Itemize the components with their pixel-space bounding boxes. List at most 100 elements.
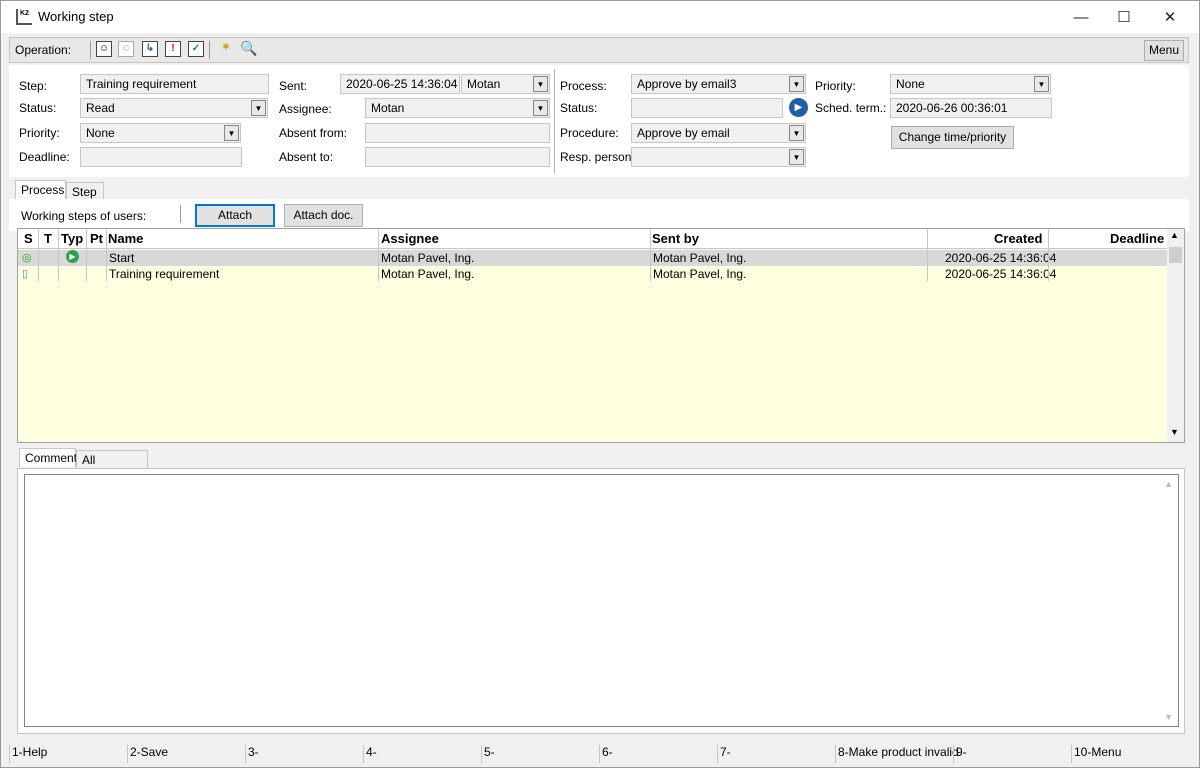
minimize-button[interactable]: — [1058,1,1104,33]
row-sent-by: Motan Pavel, Ing. [653,267,747,281]
scroll-up-icon[interactable]: ▲ [1170,230,1179,240]
attach-product-button[interactable]: Attach product [195,204,275,241]
comment-textarea[interactable]: ▲ ▼ [24,474,1179,727]
toolbar-separator [90,41,91,59]
user-step-icon[interactable]: ☺ [96,41,112,57]
panel-separator [180,205,181,223]
check-icon[interactable]: ✓ [188,41,204,57]
absent-to-label: Absent to: [279,150,334,164]
column-header[interactable]: Pt [90,231,103,246]
new-icon[interactable]: ✶ [218,41,234,57]
grid-scrollbar[interactable]: ▲ ▼ [1167,229,1184,442]
scroll-down-icon[interactable]: ▼ [1164,712,1173,722]
change-time-priority-button[interactable]: Change time/priority [891,126,1014,149]
status-value: Read [86,101,115,115]
chevron-down-icon[interactable]: ▼ [533,100,548,116]
column-header[interactable]: Deadline [1110,231,1164,246]
status-label: Status: [19,101,57,115]
assignee-label: Assignee: [279,102,332,116]
column-header[interactable]: S [24,231,33,246]
procedure-combo[interactable]: Approve by email ▼ [631,123,806,143]
sent-user-value: Motan [467,77,501,91]
column-header[interactable]: Assignee [381,231,439,246]
fkey-8[interactable]: 8-Make product invalid [835,745,959,763]
assignee-value: Motan [371,101,405,115]
close-button[interactable]: ✕ [1147,1,1193,33]
forward-icon[interactable]: ↳ [142,41,158,57]
chevron-down-icon[interactable]: ▼ [789,149,804,165]
sched-term-field[interactable]: 2020-06-26 00:36:01 [890,98,1052,118]
table-row[interactable]: ▯ Training requirement Motan Pavel, Ing.… [18,266,1168,282]
absent-from-label: Absent from: [279,126,348,140]
row-created: 2020-06-25 14:36:04 [945,267,1057,281]
column-header[interactable]: Name [108,231,143,246]
toolbar: Operation: ☺ ☺ ↳ ! ✓ ✶ 🔍 Menu [9,37,1189,63]
column-divider [58,229,59,281]
step-field[interactable]: Training requirement [80,74,269,94]
fkey-5[interactable]: 5- [481,745,599,763]
column-divider [1048,229,1049,281]
tab-process[interactable]: Process [15,180,66,199]
priority-combo[interactable]: None ▼ [80,123,241,143]
sent-user-combo[interactable]: Motan ▼ [461,74,550,94]
play-icon[interactable]: ▶ [789,98,808,117]
column-header[interactable]: T [44,231,52,246]
procedure-value: Approve by email [637,126,730,140]
step-form: Step: Training requirement Status: Read ▼… [9,65,1189,177]
scroll-thumb[interactable] [1169,247,1182,263]
absent-from-field[interactable] [365,123,550,143]
column-header[interactable]: Sent by [652,231,699,246]
process-combo[interactable]: Approve by email3 ▼ [631,74,806,94]
search-icon[interactable]: 🔍 [240,41,257,57]
attach-doc-button[interactable]: Attach doc. [284,204,363,227]
fkey-7[interactable]: 7- [717,745,835,763]
row-name: Training requirement [109,267,220,281]
chevron-down-icon[interactable]: ▼ [251,100,266,116]
chevron-down-icon[interactable]: ▼ [224,125,239,141]
fkey-1[interactable]: 1-Help [9,745,127,763]
chevron-down-icon[interactable]: ▼ [1034,76,1049,92]
fkey-10[interactable]: 10-Menu [1071,745,1187,763]
fkey-3[interactable]: 3- [245,745,363,763]
column-divider [86,229,87,281]
table-row[interactable]: ◎ ▶ Start Motan Pavel, Ing. Motan Pavel,… [18,250,1168,266]
chevron-down-icon[interactable]: ▼ [789,125,804,141]
column-header[interactable]: Typ [61,231,83,246]
row-name: Start [109,251,135,265]
resp-person-label: Resp. person: [560,150,635,164]
status-combo[interactable]: Read ▼ [80,98,268,118]
chevron-down-icon[interactable]: ▼ [789,76,804,92]
resp-person-combo[interactable]: ▼ [631,147,806,167]
row-assignee: Motan Pavel, Ing. [381,251,475,265]
assignee-combo[interactable]: Motan ▼ [365,98,550,118]
procedure-label: Procedure: [560,126,619,140]
menu-button[interactable]: Menu [1144,40,1184,61]
scroll-down-icon[interactable]: ▼ [1170,427,1179,437]
scroll-up-icon[interactable]: ▲ [1164,479,1173,489]
flag-icon[interactable]: ! [165,41,181,57]
column-divider [650,229,651,281]
process-status-field[interactable] [631,98,783,118]
user-gray-icon[interactable]: ☺ [118,41,134,57]
fkey-6[interactable]: 6- [599,745,717,763]
fkey-9[interactable]: 9- [953,745,1071,763]
column-divider [378,229,379,281]
fkey-4[interactable]: 4- [363,745,481,763]
priority-value: None [86,126,115,140]
title-bar: K2 Working step — ☐ ✕ [1,1,1199,33]
working-steps-grid[interactable]: S T Typ Pt Name Assignee Sent by Created… [17,228,1185,443]
sent-field[interactable]: 2020-06-25 14:36:04 [340,74,460,94]
deadline-field[interactable] [80,147,242,167]
process-priority-label: Priority: [815,79,856,93]
column-header[interactable]: Created [994,231,1042,246]
toolbar-separator [209,41,210,59]
process-priority-combo[interactable]: None ▼ [890,74,1051,94]
priority-label: Priority: [19,126,60,140]
fkey-2[interactable]: 2-Save [127,745,245,763]
chevron-down-icon[interactable]: ▼ [533,76,548,92]
tab-all-comments[interactable]: All comments [76,450,148,481]
tab-comment[interactable]: Comment [19,448,77,467]
absent-to-field[interactable] [365,147,550,167]
grid-header: S T Typ Pt Name Assignee Sent by Created… [18,229,1168,249]
maximize-button[interactable]: ☐ [1101,1,1147,33]
